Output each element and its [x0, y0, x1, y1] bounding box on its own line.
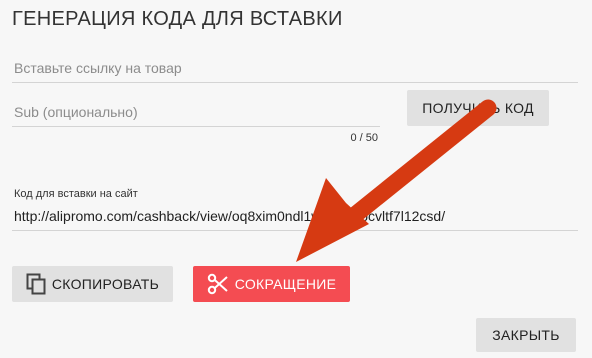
embed-code-field: Код для вставки на сайт	[12, 188, 578, 231]
sub-input[interactable]	[12, 100, 380, 127]
copy-button-label: СКОПИРОВАТЬ	[51, 276, 160, 292]
get-code-button[interactable]: ПОЛУЧИТЬ КОД	[407, 90, 549, 126]
sub-char-counter: 0 / 50	[350, 132, 378, 144]
product-link-field	[12, 56, 578, 83]
code-generation-dialog: ГЕНЕРАЦИЯ КОДА ДЛЯ ВСТАВКИ 0 / 50 ПОЛУЧИ…	[0, 0, 592, 358]
annotation-arrow	[296, 99, 497, 262]
shorten-button[interactable]: СОКРАЩЕНИЕ	[193, 266, 350, 302]
get-code-button-label: ПОЛУЧИТЬ КОД	[422, 100, 534, 116]
close-button[interactable]: ЗАКРЫТЬ	[476, 318, 576, 352]
copy-button[interactable]: СКОПИРОВАТЬ	[12, 266, 173, 302]
embed-code-label: Код для вставки на сайт	[14, 188, 138, 200]
dialog-title: ГЕНЕРАЦИЯ КОДА ДЛЯ ВСТАВКИ	[12, 8, 343, 30]
close-button-label: ЗАКРЫТЬ	[492, 327, 560, 343]
sub-field: 0 / 50	[12, 100, 380, 144]
embed-code-input[interactable]	[12, 204, 578, 231]
product-link-input[interactable]	[12, 56, 578, 83]
scissors-icon	[207, 273, 229, 295]
copy-icon	[26, 273, 46, 295]
shorten-button-label: СОКРАЩЕНИЕ	[234, 276, 337, 292]
